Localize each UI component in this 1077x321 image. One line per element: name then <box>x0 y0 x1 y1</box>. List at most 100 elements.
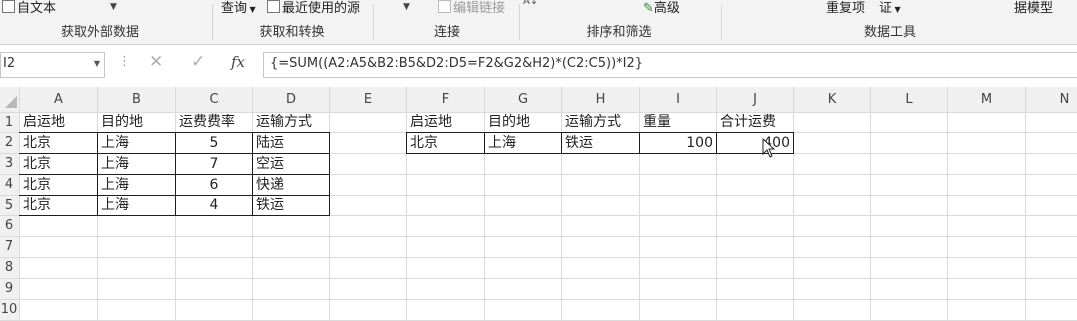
mouse-cursor-icon <box>762 138 776 158</box>
name-box[interactable]: I2 ▼ <box>0 52 105 78</box>
cell-i2[interactable]: 100 <box>640 133 713 153</box>
cell-b5[interactable]: 上海 <box>101 195 129 215</box>
recent-sources-button[interactable]: 最近使用的源 <box>267 0 360 16</box>
data-validation-button[interactable]: 证 ▼ <box>879 0 901 16</box>
chevron-down-icon: ▼ <box>247 5 256 14</box>
column-header-f[interactable]: F <box>407 89 484 110</box>
cell-c2[interactable]: 5 <box>176 133 252 153</box>
more-options-icon: ⋮ <box>118 54 131 69</box>
row-header-9[interactable]: 9 <box>0 279 18 299</box>
row-header-5[interactable]: 5 <box>0 196 18 215</box>
group-separator <box>212 4 213 40</box>
cell-a2[interactable]: 北京 <box>23 133 51 153</box>
cell-a5[interactable]: 北京 <box>23 195 51 215</box>
gridline <box>793 87 794 321</box>
cell-h2[interactable]: 铁运 <box>565 133 593 153</box>
cell-b4[interactable]: 上海 <box>101 175 129 195</box>
column-header-a[interactable]: A <box>20 89 97 110</box>
cancel-icon[interactable]: ✕ <box>149 52 163 72</box>
cell-d2[interactable]: 陆运 <box>256 133 284 153</box>
gridline <box>0 112 1077 113</box>
cell-f2[interactable]: 北京 <box>410 133 438 153</box>
cell-c4[interactable]: 6 <box>176 175 252 195</box>
filter-icon: ✎ <box>643 1 654 16</box>
chevron-down-icon: ▼ <box>892 5 901 14</box>
query-button[interactable]: 查询 ▼ <box>221 0 256 16</box>
group-label-sort-filter: 排序和筛选 <box>586 25 652 40</box>
gridline <box>947 87 948 321</box>
column-header-n[interactable]: N <box>1026 89 1077 110</box>
row-header-4[interactable]: 4 <box>0 175 18 195</box>
cell-j2[interactable]: 400 <box>717 133 790 153</box>
column-header-l[interactable]: L <box>871 89 947 110</box>
advanced-filter-button[interactable]: ✎高级 <box>643 0 680 16</box>
table-border <box>97 132 98 216</box>
row-header-8[interactable]: 8 <box>0 258 18 278</box>
table-border <box>793 132 794 154</box>
cell-d1[interactable]: 运输方式 <box>256 112 312 132</box>
row-header-2[interactable]: 2 <box>0 133 18 153</box>
cell-c1[interactable]: 运费费率 <box>179 112 235 132</box>
row-header-6[interactable]: 6 <box>0 216 18 236</box>
sort-az-icon[interactable]: A↓ <box>523 0 538 7</box>
cell-b1[interactable]: 目的地 <box>101 112 143 132</box>
gridline <box>1025 87 1026 321</box>
cell-f1[interactable]: 启运地 <box>410 112 452 132</box>
cell-d3[interactable]: 空运 <box>256 154 284 174</box>
cell-j1[interactable]: 合计运费 <box>720 112 776 132</box>
ribbon: 自文本 ▼ 查询 ▼ 最近使用的源 ▼ 编辑链接 A↓ ✎高级 重复项 证 ▼ … <box>0 0 1077 45</box>
table-border <box>252 132 253 216</box>
from-text-button[interactable]: 自文本 <box>2 0 56 16</box>
cell-h1[interactable]: 运输方式 <box>565 112 621 132</box>
table-border <box>484 132 485 154</box>
column-header-i[interactable]: I <box>640 89 716 110</box>
group-label-data-tools: 数据工具 <box>863 25 917 40</box>
row-header-7[interactable]: 7 <box>0 237 18 257</box>
column-header-e[interactable]: E <box>330 89 406 110</box>
chevron-down-icon[interactable]: ▼ <box>403 2 410 12</box>
gridline <box>0 278 1077 279</box>
column-header-d[interactable]: D <box>253 89 329 110</box>
edit-links-button[interactable]: 编辑链接 <box>438 0 505 16</box>
cell-d4[interactable]: 快递 <box>256 175 284 195</box>
column-header-g[interactable]: G <box>485 89 561 110</box>
column-header-h[interactable]: H <box>562 89 639 110</box>
table-border <box>561 132 562 154</box>
insert-function-icon[interactable]: fx <box>231 53 245 71</box>
data-model-button[interactable]: 据模型 <box>1014 0 1053 16</box>
cell-a3[interactable]: 北京 <box>23 154 51 174</box>
group-label-connections: 连接 <box>433 25 461 40</box>
formula-bar: I2 ▼ ⋮ ✕ ✓ fx {=SUM((A2:A5&B2:B5&D2:D5=F… <box>0 45 1077 87</box>
row-header-1[interactable]: 1 <box>0 113 18 132</box>
chevron-down-icon[interactable]: ▼ <box>110 2 117 12</box>
link-icon <box>438 0 451 13</box>
cell-b2[interactable]: 上海 <box>101 133 129 153</box>
column-header-j[interactable]: J <box>717 89 793 110</box>
chevron-down-icon[interactable]: ▼ <box>94 59 100 68</box>
enter-icon[interactable]: ✓ <box>191 52 205 72</box>
cell-d5[interactable]: 铁运 <box>256 195 284 215</box>
select-all-corner[interactable] <box>5 96 17 108</box>
table-border <box>406 132 407 154</box>
cell-c3[interactable]: 7 <box>176 154 252 174</box>
cell-a4[interactable]: 北京 <box>23 175 51 195</box>
gridline <box>870 87 871 321</box>
cell-a1[interactable]: 启运地 <box>23 112 65 132</box>
cell-i1[interactable]: 重量 <box>643 112 671 132</box>
column-header-c[interactable]: C <box>176 89 252 110</box>
row-header-3[interactable]: 3 <box>0 154 18 174</box>
worksheet-grid[interactable]: A B C D E F G H I J K L M N 1 2 3 4 5 6 … <box>0 87 1077 321</box>
remove-duplicates-button[interactable]: 重复项 <box>826 0 865 16</box>
column-header-b[interactable]: B <box>98 89 175 110</box>
cell-b3[interactable]: 上海 <box>101 154 129 174</box>
cell-g1[interactable]: 目的地 <box>488 112 530 132</box>
gridline <box>406 87 407 321</box>
formula-input[interactable]: {=SUM((A2:A5&B2:B5&D2:D5=F2&G2&H2)*(C2:C… <box>263 52 1077 78</box>
column-header-k[interactable]: K <box>794 89 870 110</box>
gridline <box>484 87 485 321</box>
gridline <box>561 87 562 321</box>
cell-c5[interactable]: 4 <box>176 195 252 215</box>
row-header-10[interactable]: 10 <box>0 300 18 320</box>
cell-g2[interactable]: 上海 <box>488 133 516 153</box>
column-header-m[interactable]: M <box>948 89 1025 110</box>
